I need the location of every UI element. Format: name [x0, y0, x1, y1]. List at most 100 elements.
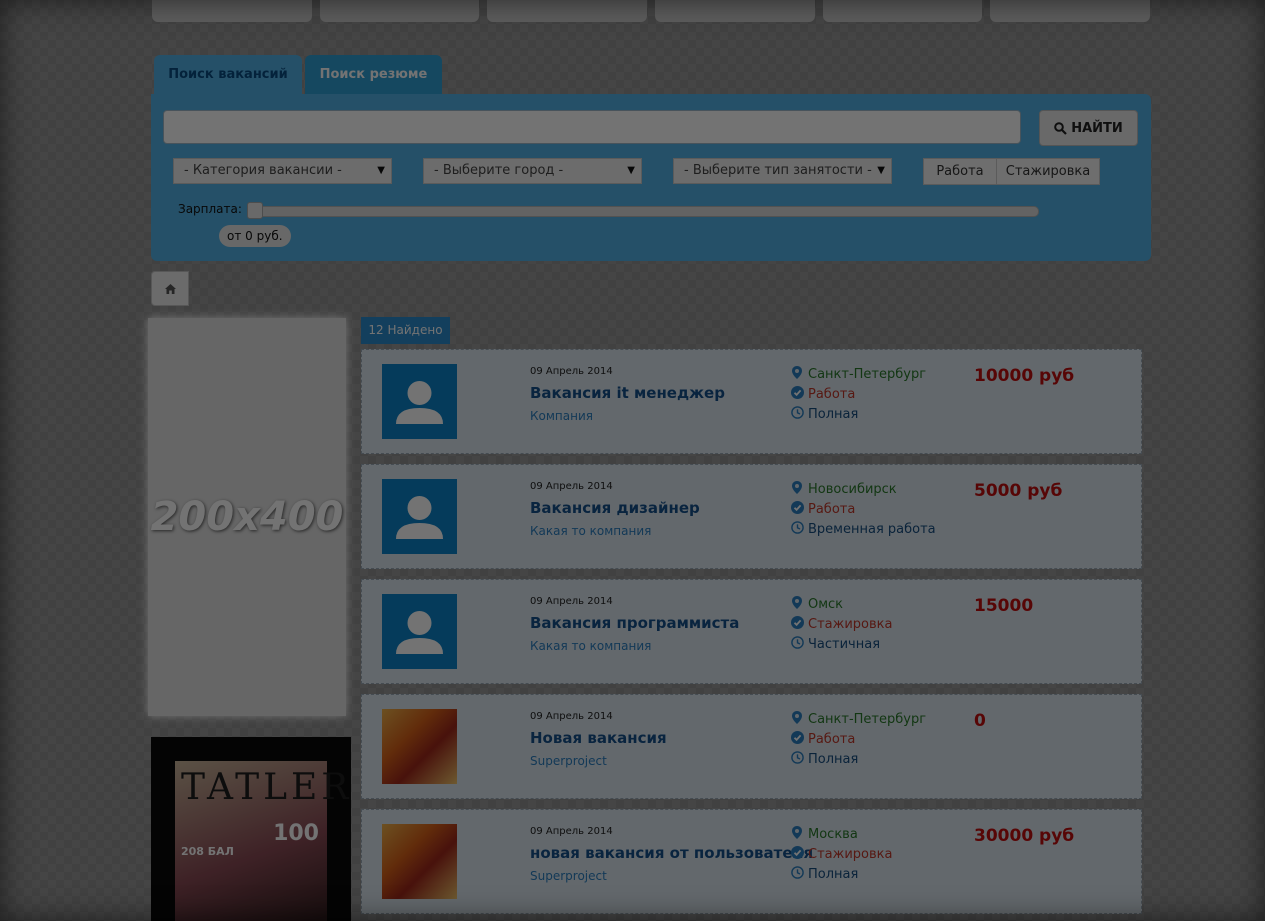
job-type-label: Работа	[808, 386, 856, 402]
banner[interactable]	[655, 0, 815, 22]
employment-select[interactable]: - Выберите тип занятости - ▼	[673, 158, 892, 184]
check-circle-icon	[790, 731, 804, 747]
job-salary: 15000	[974, 596, 1034, 616]
clock-icon	[790, 866, 804, 882]
chevron-down-icon: ▼	[627, 165, 635, 176]
top-banners	[152, 0, 1151, 24]
chevron-down-icon: ▼	[877, 165, 885, 176]
salary-slider[interactable]	[247, 206, 1039, 217]
magazine-ad[interactable]: TATLER 100 208 БАЛ	[151, 737, 351, 921]
job-company-link[interactable]: Компания	[530, 409, 593, 423]
ad-placeholder[interactable]: 200x400	[148, 318, 346, 716]
home-icon	[164, 283, 176, 294]
map-pin-icon	[790, 366, 804, 382]
map-pin-icon	[790, 596, 804, 612]
avatar-icon[interactable]	[382, 364, 457, 439]
banner[interactable]	[487, 0, 648, 22]
breadcrumb-home[interactable]	[151, 271, 189, 306]
magazine-caption: 208 БАЛ	[181, 845, 234, 858]
job-title-link[interactable]: Вакансия it менеджер	[530, 384, 725, 402]
job-type: Работа	[790, 501, 855, 517]
job-date: 09 Апрель 2014	[530, 826, 613, 837]
tab-resume-search[interactable]: Поиск резюме	[305, 55, 442, 95]
job-photo[interactable]	[382, 824, 457, 899]
banner[interactable]	[319, 0, 480, 22]
map-pin-icon	[790, 481, 804, 497]
job-employment: Временная работа	[790, 521, 936, 537]
check-circle-icon	[790, 616, 804, 632]
job-title-link[interactable]: новая вакансия от пользователя	[530, 844, 813, 862]
clock-icon	[790, 636, 804, 652]
job-salary: 0	[974, 711, 986, 731]
job-type-label: Работа	[808, 731, 856, 747]
job-employment-label: Полная	[808, 866, 859, 882]
job-card[interactable]: 09 Апрель 2014 Новая вакансия Superproject…	[361, 694, 1142, 799]
job-city-label: Санкт-Петербург	[808, 711, 927, 727]
toggle-work[interactable]: Работа	[923, 158, 997, 185]
find-button[interactable]: НАЙТИ	[1039, 110, 1138, 146]
job-employment-label: Полная	[808, 406, 859, 422]
job-type-label: Стажировка	[808, 846, 893, 862]
magazine-brand: TATLER	[181, 767, 351, 808]
salary-value: от 0 руб.	[219, 225, 291, 247]
job-city-label: Омск	[808, 596, 844, 612]
job-card[interactable]: 09 Апрель 2014 Вакансия дизайнер Какая то …	[361, 464, 1142, 569]
chevron-down-icon: ▼	[377, 165, 385, 176]
job-date: 09 Апрель 2014	[530, 481, 613, 492]
job-title-link[interactable]: Вакансия программиста	[530, 614, 739, 632]
avatar-icon[interactable]	[382, 479, 457, 554]
ad-placeholder-label: 200x400	[150, 494, 344, 540]
job-employment: Частичная	[790, 636, 880, 652]
job-employment: Полная	[790, 866, 858, 882]
banner[interactable]	[822, 0, 983, 22]
search-input[interactable]	[163, 110, 1021, 144]
job-date: 09 Апрель 2014	[530, 711, 613, 722]
search-panel: НАЙТИ - Категория вакансии - ▼ - Выберит…	[151, 94, 1151, 261]
tab-job-search[interactable]: Поиск вакансий	[154, 55, 302, 95]
toggle-internship[interactable]: Стажировка	[996, 158, 1100, 185]
job-card[interactable]: 09 Апрель 2014 Вакансия программиста Какая…	[361, 579, 1142, 684]
banner[interactable]	[990, 0, 1151, 22]
job-company-link[interactable]: Какая то компания	[530, 639, 651, 653]
job-city-label: Новосибирск	[808, 481, 897, 497]
check-circle-icon	[790, 846, 804, 862]
job-type-label: Работа	[808, 501, 856, 517]
banner[interactable]	[152, 0, 312, 22]
job-city-label: Санкт-Петербург	[808, 366, 927, 382]
job-city: Санкт-Петербург	[790, 711, 926, 727]
clock-icon	[790, 751, 804, 767]
job-card[interactable]: 09 Апрель 2014 Вакансия it менеджер Компан…	[361, 349, 1142, 454]
job-company-link[interactable]: Superproject	[530, 869, 607, 883]
clock-icon	[790, 521, 804, 537]
city-select-value: - Выберите город -	[434, 163, 564, 178]
search-icon	[1054, 121, 1067, 135]
job-employment-label: Полная	[808, 751, 859, 767]
category-select-value: - Категория вакансии -	[184, 163, 342, 178]
city-select[interactable]: - Выберите город - ▼	[423, 158, 642, 184]
salary-slider-handle[interactable]	[247, 202, 263, 219]
check-circle-icon	[790, 501, 804, 517]
employment-select-value: - Выберите тип занятости -	[684, 163, 872, 178]
job-city: Москва	[790, 826, 858, 842]
salary-label: Зарплата:	[178, 202, 242, 216]
job-title-link[interactable]: Новая вакансия	[530, 729, 667, 747]
check-circle-icon	[790, 386, 804, 402]
job-company-link[interactable]: Какая то компания	[530, 524, 651, 538]
job-city-label: Москва	[808, 826, 858, 842]
category-select[interactable]: - Категория вакансии - ▼	[173, 158, 392, 184]
job-photo[interactable]	[382, 709, 457, 784]
clock-icon	[790, 406, 804, 422]
job-type: Стажировка	[790, 846, 892, 862]
job-type-label: Стажировка	[808, 616, 893, 632]
job-company-link[interactable]: Superproject	[530, 754, 607, 768]
job-title-link[interactable]: Вакансия дизайнер	[530, 499, 700, 517]
magazine-number: 100	[273, 821, 319, 846]
avatar-icon[interactable]	[382, 594, 457, 669]
job-type: Работа	[790, 386, 855, 402]
map-pin-icon	[790, 711, 804, 727]
job-type: Работа	[790, 731, 855, 747]
job-card[interactable]: 09 Апрель 2014 новая вакансия от пользова…	[361, 809, 1142, 914]
job-city: Омск	[790, 596, 843, 612]
map-pin-icon	[790, 826, 804, 842]
job-city: Санкт-Петербург	[790, 366, 926, 382]
